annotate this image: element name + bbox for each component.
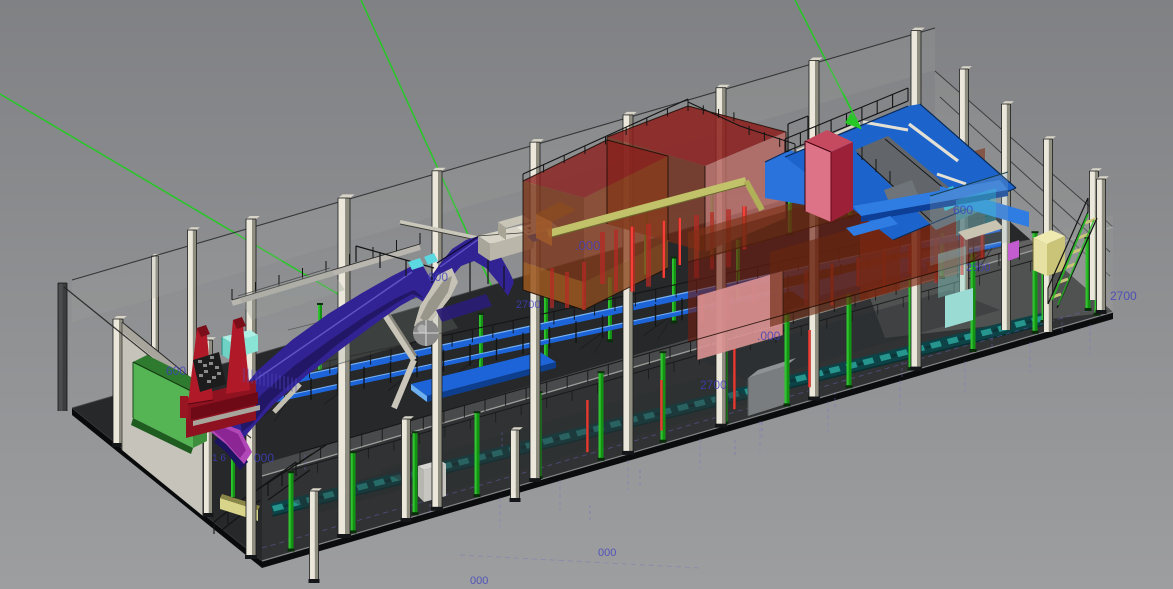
svg-text:2700: 2700: [700, 378, 727, 392]
svg-text:000: 000: [598, 547, 616, 559]
svg-text:600: 600: [166, 364, 186, 378]
svg-text:.000: .000: [757, 329, 781, 343]
svg-text:1 6: 1 6: [212, 453, 226, 464]
svg-text:2700: 2700: [516, 299, 540, 311]
svg-text:2700: 2700: [1110, 289, 1137, 303]
svg-text:600: 600: [953, 203, 973, 217]
svg-text:000: 000: [470, 575, 488, 587]
svg-text:600: 600: [428, 270, 448, 284]
svg-text:2500: 2500: [966, 262, 990, 274]
svg-text:.000: .000: [575, 238, 600, 253]
svg-text:000: 000: [254, 451, 274, 465]
